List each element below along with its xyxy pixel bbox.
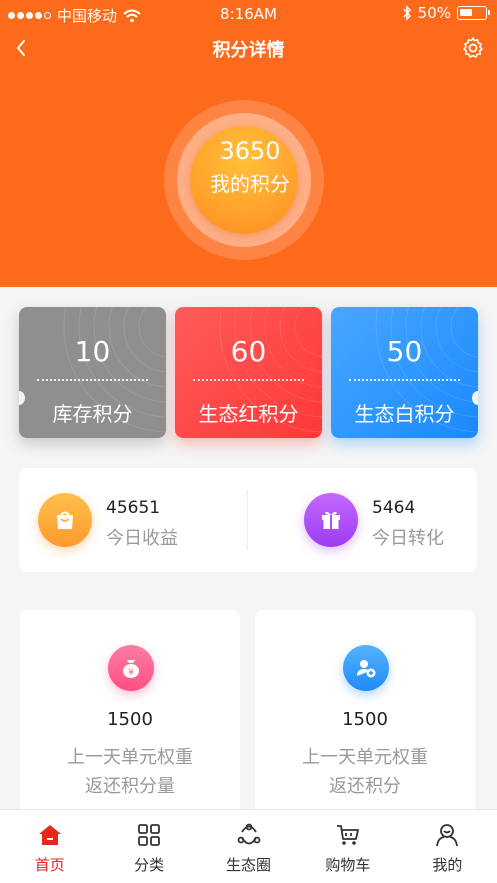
battery-percent: 50% bbox=[417, 4, 451, 22]
eco-white-points-value: 50 bbox=[386, 335, 423, 368]
tab-home-label: 首页 bbox=[34, 856, 65, 874]
today-conversion-value: 5464 bbox=[372, 498, 416, 518]
card-divider bbox=[349, 379, 460, 381]
money-bag-icon: ¥ bbox=[108, 645, 154, 691]
user-icon bbox=[436, 824, 459, 847]
my-points-value: 3650 bbox=[219, 137, 281, 165]
status-bar: 中国移动 8:16AM 50% bbox=[0, 0, 497, 28]
weight-return-card[interactable]: 1500 上一天单元权重 返还积分 bbox=[255, 610, 475, 830]
tab-profile-label: 我的 bbox=[432, 856, 463, 874]
card-divider bbox=[37, 379, 148, 381]
nav-bar: 积分详情 bbox=[0, 28, 497, 68]
tab-category[interactable]: 分类 bbox=[99, 810, 198, 883]
battery-icon bbox=[457, 6, 490, 20]
eco-white-points-card[interactable]: 50 生态白积分 bbox=[331, 307, 478, 438]
tab-profile[interactable]: 我的 bbox=[398, 810, 497, 883]
today-stats-panel: 45651 今日收益 5464 今日转化 bbox=[19, 468, 477, 572]
stock-points-label: 库存积分 bbox=[52, 402, 133, 426]
weight-return-user-label-line1: 上一天单元权重 bbox=[302, 747, 428, 768]
my-points-label: 我的积分 bbox=[210, 172, 290, 196]
card-notch bbox=[472, 391, 478, 405]
today-income-value: 45651 bbox=[106, 498, 161, 518]
cart-icon bbox=[336, 825, 359, 845]
bottom-tab-bar: 首页 分类 生态圈 购物车 我的 bbox=[0, 809, 497, 883]
tab-cart[interactable]: 购物车 bbox=[298, 810, 397, 883]
add-user-icon bbox=[343, 645, 389, 691]
tab-category-label: 分类 bbox=[134, 856, 165, 874]
grid-icon bbox=[138, 824, 161, 846]
weight-return-user-value: 1500 bbox=[342, 709, 388, 730]
eco-red-points-value: 60 bbox=[230, 335, 267, 368]
svg-text:¥: ¥ bbox=[128, 668, 134, 678]
shopping-bag-icon bbox=[38, 493, 92, 547]
eco-white-points-label: 生态白积分 bbox=[354, 402, 455, 426]
tab-home[interactable]: 首页 bbox=[0, 810, 99, 883]
stock-points-card[interactable]: 10 库存积分 bbox=[19, 307, 166, 438]
gear-icon[interactable] bbox=[461, 36, 485, 60]
bluetooth-icon bbox=[403, 5, 411, 21]
eco-red-points-card[interactable]: 60 生态红积分 bbox=[175, 307, 322, 438]
stats-divider bbox=[247, 490, 248, 550]
tab-ecosystem[interactable]: 生态圈 bbox=[199, 810, 298, 883]
weight-return-label-line1: 上一天单元权重 bbox=[67, 747, 193, 768]
gift-icon bbox=[304, 493, 358, 547]
weight-return-user-label-line2: 返还积分 bbox=[329, 776, 401, 797]
weight-return-label-line2: 返还积分量 bbox=[85, 776, 175, 797]
page-title: 积分详情 bbox=[212, 40, 285, 61]
weight-return-points-card[interactable]: ¥ 1500 上一天单元权重 返还积分量 bbox=[20, 610, 240, 830]
tab-ecosystem-label: 生态圈 bbox=[226, 856, 272, 874]
eco-red-points-label: 生态红积分 bbox=[198, 402, 299, 426]
weight-return-value: 1500 bbox=[107, 709, 153, 730]
tab-cart-label: 购物车 bbox=[325, 856, 371, 874]
card-divider bbox=[193, 379, 304, 381]
ecosystem-icon bbox=[237, 823, 260, 845]
today-income-label: 今日收益 bbox=[106, 528, 178, 549]
stock-points-value: 10 bbox=[74, 335, 111, 368]
home-icon bbox=[38, 825, 61, 845]
today-conversion-label: 今日转化 bbox=[372, 528, 444, 549]
